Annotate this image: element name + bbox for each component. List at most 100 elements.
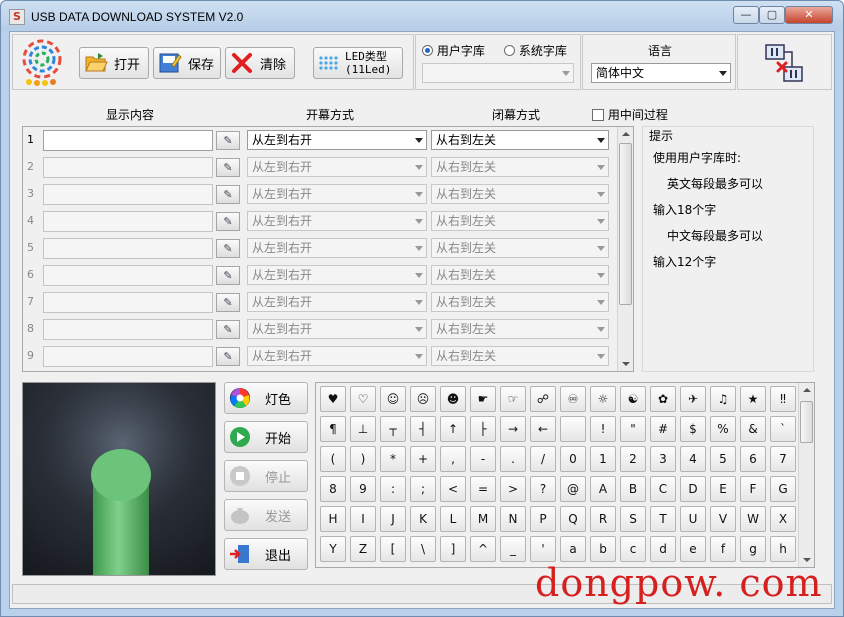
- keyboard-key[interactable]: ✿: [650, 386, 676, 412]
- keyboard-key[interactable]: [560, 416, 586, 442]
- keyboard-key[interactable]: ☺: [380, 386, 406, 412]
- language-select[interactable]: 简体中文: [591, 63, 731, 83]
- keyboard-key[interactable]: ☛: [470, 386, 496, 412]
- keyboard-key[interactable]: R: [590, 506, 616, 532]
- keyboard-key[interactable]: ¶: [320, 416, 346, 442]
- keyboard-key[interactable]: c: [620, 536, 646, 562]
- row-edit-button[interactable]: ✎: [216, 293, 240, 312]
- keyboard-key[interactable]: ☯: [620, 386, 646, 412]
- close-effect-select[interactable]: 从右到左关: [431, 319, 609, 339]
- keyboard-key[interactable]: ^: [470, 536, 496, 562]
- close-effect-select[interactable]: 从右到左关: [431, 184, 609, 204]
- keyboard-key[interactable]: ?: [530, 476, 556, 502]
- keyboard-key[interactable]: ]: [440, 536, 466, 562]
- row-text-input[interactable]: [43, 184, 213, 205]
- close-effect-select[interactable]: 从右到左关: [431, 238, 609, 258]
- system-font-radio[interactable]: [504, 45, 515, 56]
- scroll-up-icon[interactable]: [803, 388, 811, 392]
- keyboard-key[interactable]: H: [320, 506, 346, 532]
- close-effect-select[interactable]: 从右到左关: [431, 265, 609, 285]
- row-text-input[interactable]: [43, 265, 213, 286]
- minimize-button[interactable]: —: [733, 6, 759, 24]
- keyboard-key[interactable]: S: [620, 506, 646, 532]
- keyboard-key[interactable]: Y: [320, 536, 346, 562]
- keyboard-key[interactable]: ): [350, 446, 376, 472]
- user-font-option[interactable]: 用户字库: [422, 42, 485, 59]
- row-text-input[interactable]: [43, 157, 213, 178]
- open-effect-select[interactable]: 从左到右开: [247, 184, 427, 204]
- row-edit-button[interactable]: ✎: [216, 239, 240, 258]
- row-text-input[interactable]: [43, 130, 213, 151]
- keyboard-key[interactable]: -: [470, 446, 496, 472]
- keyboard-key[interactable]: ⊥: [350, 416, 376, 442]
- led-type-button[interactable]: LED类型 (11Led): [313, 47, 403, 79]
- open-effect-select[interactable]: 从左到右开: [247, 130, 427, 150]
- keyboard-key[interactable]: ♥: [320, 386, 346, 412]
- keyboard-key[interactable]: d: [650, 536, 676, 562]
- keyboard-key[interactable]: D: [680, 476, 706, 502]
- keyboard-key[interactable]: ☍: [530, 386, 556, 412]
- keyboard-key[interactable]: [: [380, 536, 406, 562]
- keyboard-key[interactable]: \: [410, 536, 436, 562]
- keyboard-key[interactable]: 3: [650, 446, 676, 472]
- keyboard-key[interactable]: Q: [560, 506, 586, 532]
- keyboard-key[interactable]: &: [740, 416, 766, 442]
- row-edit-button[interactable]: ✎: [216, 158, 240, 177]
- keyboard-key[interactable]: ♫: [710, 386, 736, 412]
- keyboard-key[interactable]: M: [470, 506, 496, 532]
- keyboard-key[interactable]: N: [500, 506, 526, 532]
- keyboard-key[interactable]: ;: [410, 476, 436, 502]
- keyboard-key[interactable]: >: [500, 476, 526, 502]
- keyboard-key[interactable]: X: [770, 506, 796, 532]
- keyboard-key[interactable]: 0: [560, 446, 586, 472]
- row-edit-button[interactable]: ✎: [216, 131, 240, 150]
- keyboard-key[interactable]: ♡: [350, 386, 376, 412]
- keyboard-key[interactable]: ,: [440, 446, 466, 472]
- keyboard-key[interactable]: U: [680, 506, 706, 532]
- row-edit-button[interactable]: ✎: [216, 320, 240, 339]
- scroll-down-icon[interactable]: [622, 362, 630, 366]
- keyboard-key[interactable]: P: [530, 506, 556, 532]
- keyboard-key[interactable]: G: [770, 476, 796, 502]
- keyboard-key[interactable]: →: [500, 416, 526, 442]
- keyboard-key[interactable]: V: [710, 506, 736, 532]
- keyboard-key[interactable]: J: [380, 506, 406, 532]
- maximize-button[interactable]: ▢: [759, 6, 785, 24]
- keyboard-key[interactable]: ┤: [410, 416, 436, 442]
- open-effect-select[interactable]: 从左到右开: [247, 238, 427, 258]
- keyboard-key[interactable]: A: [590, 476, 616, 502]
- keyboard-key[interactable]: I: [350, 506, 376, 532]
- keyboard-key[interactable]: ☻: [440, 386, 466, 412]
- start-button[interactable]: 开始: [224, 421, 308, 453]
- keyboard-scrollbar[interactable]: [798, 383, 814, 567]
- keyboard-key[interactable]: ★: [740, 386, 766, 412]
- keyboard-key[interactable]: ☞: [500, 386, 526, 412]
- light-color-button[interactable]: 灯色: [224, 382, 308, 414]
- keyboard-key[interactable]: @: [560, 476, 586, 502]
- keyboard-key[interactable]: 5: [710, 446, 736, 472]
- keyboard-key[interactable]: ': [530, 536, 556, 562]
- open-effect-select[interactable]: 从左到右开: [247, 292, 427, 312]
- keyboard-key[interactable]: ☹: [410, 386, 436, 412]
- row-text-input[interactable]: [43, 211, 213, 232]
- keyboard-key[interactable]: %: [710, 416, 736, 442]
- keyboard-key[interactable]: ♾: [560, 386, 586, 412]
- open-effect-select[interactable]: 从左到右开: [247, 319, 427, 339]
- intermediate-option[interactable]: 用中间过程: [592, 106, 668, 123]
- keyboard-key[interactable]: `: [770, 416, 796, 442]
- keyboard-key[interactable]: e: [680, 536, 706, 562]
- keyboard-key[interactable]: ↑: [440, 416, 466, 442]
- close-effect-select[interactable]: 从右到左关: [431, 157, 609, 177]
- keyboard-key[interactable]: !: [590, 416, 616, 442]
- keyboard-key[interactable]: 2: [620, 446, 646, 472]
- keyboard-key[interactable]: _: [500, 536, 526, 562]
- keyboard-key[interactable]: 8: [320, 476, 346, 502]
- row-edit-button[interactable]: ✎: [216, 212, 240, 231]
- keyboard-key[interactable]: ✈: [680, 386, 706, 412]
- stop-button[interactable]: 停止: [224, 460, 308, 492]
- keyboard-key[interactable]: :: [380, 476, 406, 502]
- keyboard-key[interactable]: +: [410, 446, 436, 472]
- keyboard-key[interactable]: #: [650, 416, 676, 442]
- keyboard-key[interactable]: E: [710, 476, 736, 502]
- close-effect-select[interactable]: 从右到左关: [431, 130, 609, 150]
